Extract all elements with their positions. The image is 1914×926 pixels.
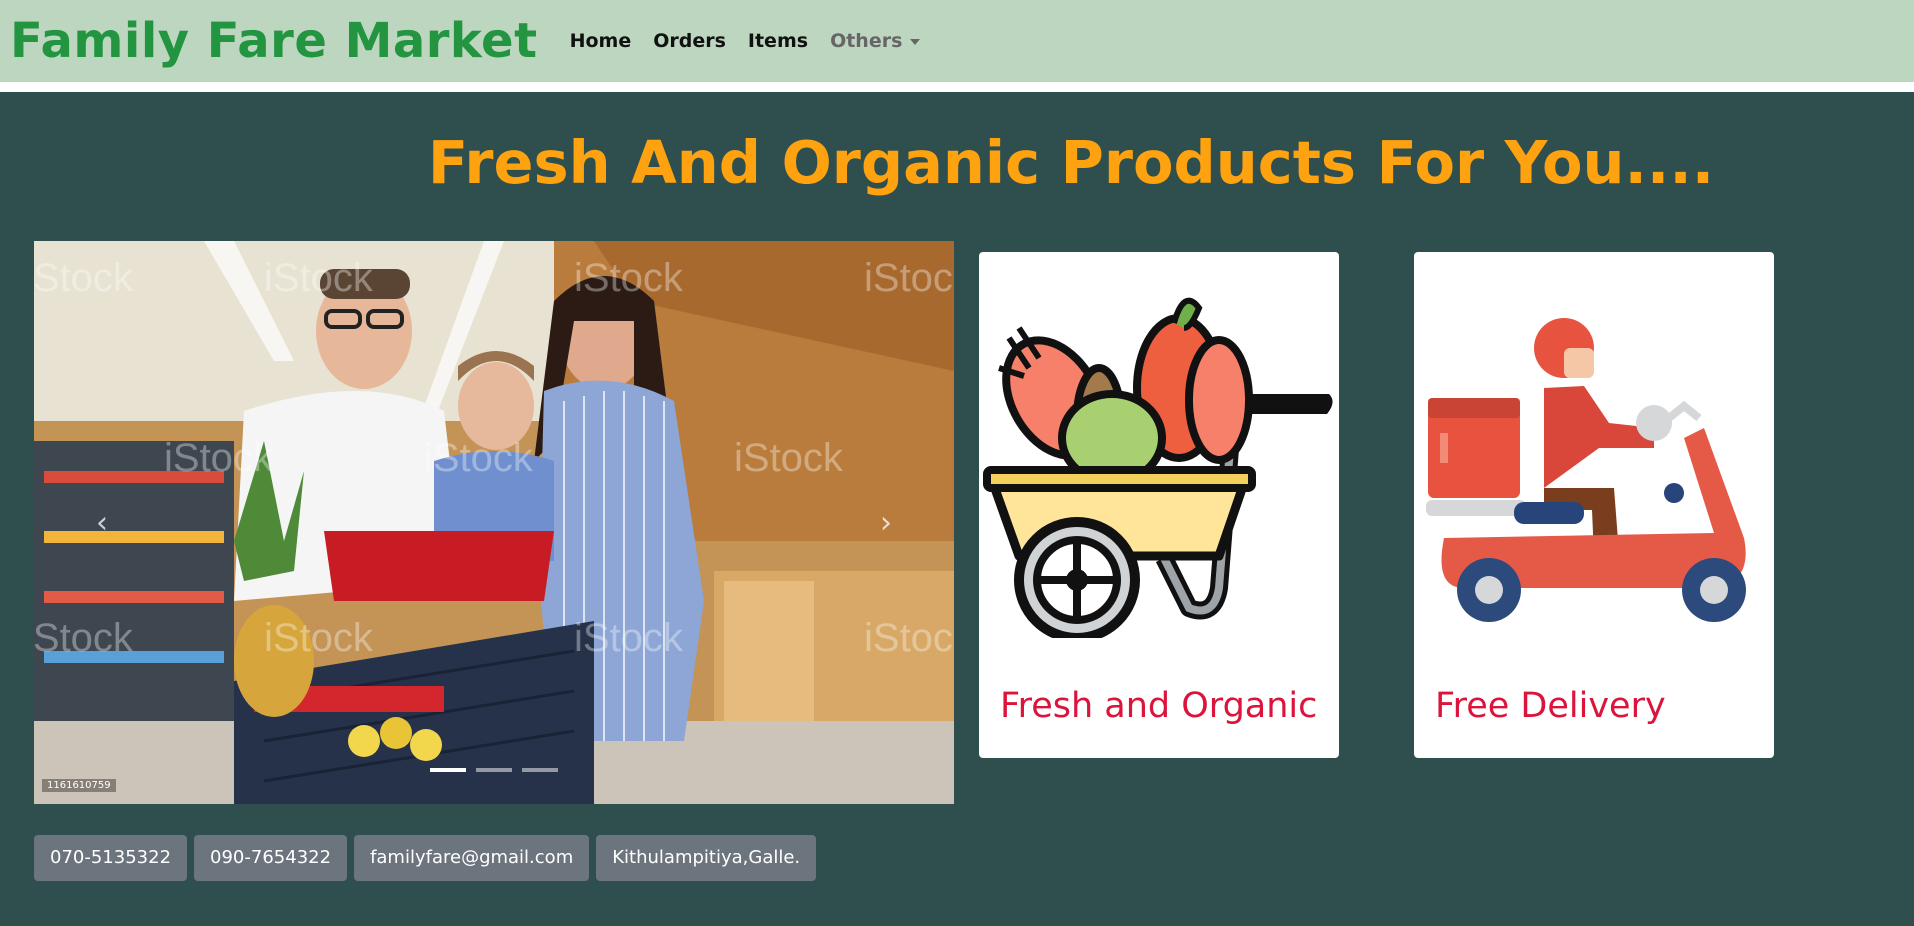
stock-image-id: 1161610759: [42, 779, 116, 792]
carousel-indicator[interactable]: [522, 768, 558, 772]
svg-text:iStock: iStock: [264, 256, 374, 300]
feature-card-delivery: Free Delivery: [1414, 252, 1774, 758]
nav-home-link[interactable]: Home: [570, 30, 632, 52]
svg-text:iStock: iStock: [264, 616, 374, 660]
carousel-indicators: [34, 768, 954, 772]
nav-links: Home Orders Items Others: [570, 30, 943, 52]
phone-badge-1: 070-5135322: [34, 835, 188, 881]
delivery-scooter-icon: [1426, 318, 1746, 622]
navbar: Family Fare Market Home Orders Items Oth…: [0, 0, 1914, 82]
svg-text:iStock: iStock: [574, 616, 684, 660]
page-headline: Fresh And Organic Products For You....: [427, 128, 1715, 197]
brand-logo[interactable]: Family Fare Market: [10, 13, 538, 69]
card-title-delivery: Free Delivery: [1435, 686, 1666, 726]
nav-others-label: Others: [830, 30, 903, 52]
svg-text:iStock: iStock: [34, 256, 134, 300]
carousel-indicator[interactable]: [476, 768, 512, 772]
carousel-indicator[interactable]: [430, 768, 466, 772]
svg-text:iStock: iStock: [864, 256, 954, 300]
hero-carousel[interactable]: iStock iStock iStock iStock iStock iStoc…: [34, 241, 954, 804]
nav-orders-link[interactable]: Orders: [653, 30, 726, 52]
card-title-fresh: Fresh and Organic: [1000, 686, 1318, 726]
contact-badges: 070-5135322 090-7654322 familyfare@gmail…: [34, 835, 817, 881]
svg-text:iStock: iStock: [164, 436, 274, 480]
navbar-divider: [0, 82, 1914, 92]
caret-down-icon: [910, 38, 921, 45]
svg-text:iStock: iStock: [34, 616, 134, 660]
nav-others-dropdown[interactable]: Others: [830, 30, 921, 52]
email-badge: familyfare@gmail.com: [354, 835, 590, 881]
svg-text:iStock: iStock: [864, 616, 954, 660]
carousel-next-icon[interactable]: ›: [880, 505, 892, 540]
feature-card-fresh: Fresh and Organic: [979, 252, 1339, 758]
svg-text:iStock: iStock: [574, 256, 684, 300]
carousel-prev-icon[interactable]: ‹: [96, 505, 108, 540]
address-badge: Kithulampitiya,Galle.: [596, 835, 817, 881]
nav-items-link[interactable]: Items: [748, 30, 808, 52]
phone-badge-2: 090-7654322: [194, 835, 348, 881]
family-shopping-photo: iStock iStock iStock iStock iStock iStoc…: [34, 241, 954, 804]
vegetable-cart-icon: [983, 297, 1333, 638]
svg-text:iStock: iStock: [734, 436, 844, 480]
svg-text:iStock: iStock: [424, 436, 534, 480]
